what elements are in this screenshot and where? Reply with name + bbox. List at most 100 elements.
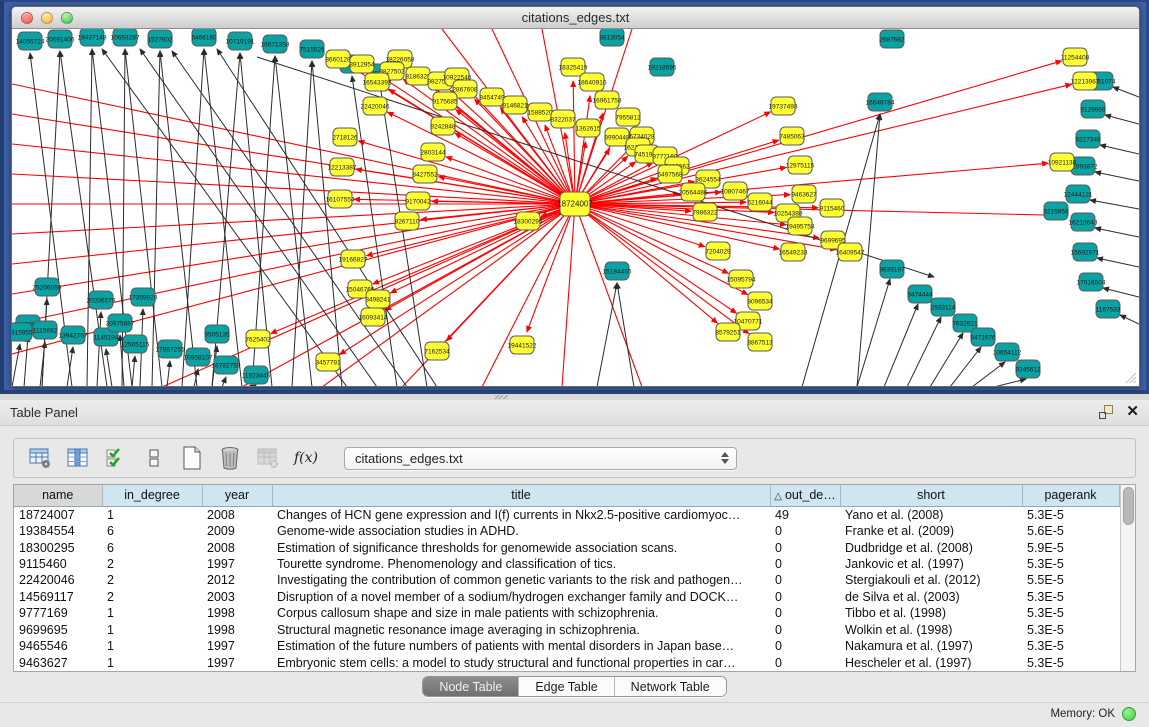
graph-node[interactable]: 20691406: [46, 30, 75, 48]
graph-node[interactable]: 6497568: [657, 165, 683, 183]
graph-node[interactable]: 25206059: [33, 278, 62, 296]
graph-node[interactable]: 9227349: [1075, 130, 1101, 148]
close-button[interactable]: [21, 12, 33, 24]
cell-in_degree[interactable]: 1: [102, 506, 202, 523]
cell-name[interactable]: 19384554: [14, 523, 102, 539]
graph-node[interactable]: 16671358: [261, 35, 290, 53]
graph-node[interactable]: 8215958: [1043, 202, 1069, 220]
graph-node[interactable]: 16543392: [363, 73, 392, 91]
cell-short[interactable]: de Silva et al. (2003): [840, 589, 1022, 605]
graph-node[interactable]: 9170042: [405, 192, 431, 210]
close-panel-button[interactable]: ✕: [1126, 404, 1139, 420]
graph-node[interactable]: 13942757: [59, 326, 88, 344]
graph-node[interactable]: 8267110: [395, 212, 420, 230]
graph-node[interactable]: 12213387: [328, 158, 357, 176]
zoom-button[interactable]: [61, 12, 73, 24]
graph-node[interactable]: 1167533: [1096, 300, 1121, 318]
scrollbar-thumb[interactable]: [1123, 487, 1134, 525]
graph-node[interactable]: 2933114: [931, 298, 956, 316]
graph-node[interactable]: 7955812: [615, 108, 641, 126]
graph-node[interactable]: 1588520: [527, 103, 553, 121]
cell-in_degree[interactable]: 2: [102, 589, 202, 605]
graph-node[interactable]: 16093414: [359, 308, 388, 326]
cell-title[interactable]: Corpus callosum shape and size in male p…: [272, 605, 770, 621]
graph-node[interactable]: 6216044: [747, 193, 773, 211]
graph-node[interactable]: 19166827: [339, 250, 368, 268]
create-column-button[interactable]: [178, 444, 206, 472]
cell-name[interactable]: 9699695: [14, 622, 102, 638]
graph-node[interactable]: 3457791: [315, 353, 341, 371]
graph-node[interactable]: 6466160: [191, 29, 217, 46]
graph-node[interactable]: 12444131: [1064, 185, 1093, 203]
delete-table-button[interactable]: [254, 444, 282, 472]
column-header-short[interactable]: short: [840, 485, 1022, 506]
cell-year[interactable]: 2008: [202, 506, 272, 523]
graph-node[interactable]: 10958107: [184, 348, 213, 366]
graph-node[interactable]: 19437148: [78, 29, 107, 46]
graph-node[interactable]: 12213967: [1071, 72, 1100, 90]
table-row[interactable]: 1456911722003Disruption of a novel membe…: [14, 589, 1119, 605]
tab-edge-table[interactable]: Edge Table: [519, 677, 614, 696]
row-height-button[interactable]: [140, 444, 168, 472]
cell-title[interactable]: Embryonic stem cells: a model to study s…: [272, 654, 770, 671]
column-header-out_degree[interactable]: △out_de…: [770, 485, 840, 506]
network-canvas[interactable]: 1405572420691406194371481065328715276026…: [12, 29, 1139, 386]
graph-node[interactable]: 10719191: [226, 32, 255, 50]
cell-year[interactable]: 2003: [202, 589, 272, 605]
graph-node[interactable]: 22420046: [361, 97, 390, 115]
cell-short[interactable]: Yano et al. (2008): [840, 506, 1022, 523]
graph-node[interactable]: 1115682: [33, 321, 58, 339]
graph-node[interactable]: 12505115: [121, 335, 150, 353]
cell-out_degree[interactable]: 49: [770, 506, 840, 523]
cell-pagerank[interactable]: 5.3E-5: [1022, 589, 1119, 605]
graph-node[interactable]: 9146821: [502, 96, 528, 114]
graph-node[interactable]: 9463627: [791, 185, 817, 203]
cell-in_degree[interactable]: 6: [102, 539, 202, 555]
float-panel-button[interactable]: [1098, 404, 1114, 420]
table-row[interactable]: 1872400712008Changes of HCN gene express…: [14, 506, 1119, 523]
graph-node[interactable]: 10654112: [993, 343, 1022, 361]
graph-node[interactable]: 9505135: [204, 325, 230, 343]
graph-node[interactable]: 1362615: [575, 119, 601, 137]
graph-node[interactable]: 30975887: [106, 314, 135, 332]
graph-node[interactable]: 16409547: [836, 243, 865, 261]
table-row[interactable]: 2242004622012Investigating the contribut…: [14, 572, 1119, 588]
graph-node[interactable]: 20564486: [679, 183, 708, 201]
graph-node[interactable]: 2718126: [332, 128, 358, 146]
cell-pagerank[interactable]: 5.3E-5: [1022, 638, 1119, 654]
cell-pagerank[interactable]: 5.6E-5: [1022, 523, 1119, 539]
cell-out_degree[interactable]: 0: [770, 638, 840, 654]
graph-node[interactable]: 8813054: [599, 29, 625, 46]
cell-out_degree[interactable]: 0: [770, 605, 840, 621]
cell-pagerank[interactable]: 5.3E-5: [1022, 605, 1119, 621]
cell-out_degree[interactable]: 0: [770, 589, 840, 605]
cell-title[interactable]: Structural magnetic resonance image aver…: [272, 622, 770, 638]
cell-year[interactable]: 1997: [202, 638, 272, 654]
graph-node[interactable]: 8471676: [970, 328, 996, 346]
graph-node[interactable]: 8660128: [325, 50, 351, 68]
graph-node[interactable]: 17359928: [129, 288, 158, 306]
table-row[interactable]: 946362711997Embryonic stem cells: a mode…: [14, 654, 1119, 671]
cell-title[interactable]: Investigating the contribution of common…: [272, 572, 770, 588]
delete-column-button[interactable]: [216, 444, 244, 472]
graph-node[interactable]: 15692971: [1071, 243, 1100, 261]
cell-title[interactable]: Estimation of the future numbers of pati…: [272, 638, 770, 654]
table-row[interactable]: 946554611997Estimation of the future num…: [14, 638, 1119, 654]
graph-node[interactable]: 9639197: [879, 260, 905, 278]
cell-name[interactable]: 18724007: [14, 506, 102, 523]
table-row[interactable]: 977716911998Corpus callosum shape and si…: [14, 605, 1119, 621]
cell-out_degree[interactable]: 0: [770, 622, 840, 638]
cell-title[interactable]: Estimation of significance thresholds fo…: [272, 539, 770, 555]
cell-title[interactable]: Disruption of a novel member of a sodium…: [272, 589, 770, 605]
cell-in_degree[interactable]: 2: [102, 572, 202, 588]
graph-node[interactable]: 10921138: [1048, 153, 1077, 171]
cell-short[interactable]: Jankovic et al. (1997): [840, 556, 1022, 572]
graph-node[interactable]: 17016504: [1077, 273, 1106, 291]
graph-node[interactable]: 9245612: [1015, 360, 1041, 378]
table-row[interactable]: 911546021997Tourette syndrome. Phenomeno…: [14, 556, 1119, 572]
cell-title[interactable]: Tourette syndrome. Phenomenology and cla…: [272, 556, 770, 572]
cell-in_degree[interactable]: 1: [102, 654, 202, 671]
graph-node[interactable]: 3915955: [12, 323, 33, 341]
graph-node[interactable]: 18300295: [514, 212, 543, 230]
graph-node[interactable]: 7515526: [299, 40, 325, 58]
